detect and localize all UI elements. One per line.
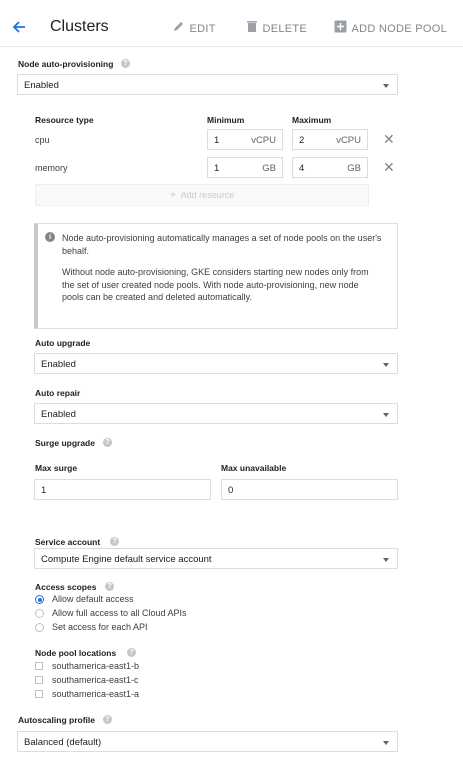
nap-select-value: Enabled bbox=[24, 80, 59, 91]
scope-option-label: Set access for each API bbox=[52, 622, 148, 632]
resource-type-memory: memory bbox=[35, 163, 68, 173]
add-node-pool-label: ADD NODE POOL bbox=[351, 23, 448, 35]
info-paragraph-1: Node auto-provisioning automatically man… bbox=[62, 233, 382, 256]
auto-repair-value: Enabled bbox=[41, 409, 76, 420]
node-pool-locations-label: Node pool locations bbox=[35, 648, 117, 658]
max-surge-label: Max surge bbox=[35, 463, 78, 473]
radio-icon bbox=[35, 623, 44, 632]
cpu-min-value: 1 bbox=[214, 135, 220, 146]
max-unavailable-value: 0 bbox=[228, 485, 234, 496]
auto-repair-select[interactable]: Enabled bbox=[34, 403, 398, 424]
add-box-icon bbox=[334, 20, 347, 38]
scope-option-label: Allow full access to all Cloud APIs bbox=[52, 608, 187, 618]
info-icon: i bbox=[45, 232, 55, 242]
max-surge-input[interactable]: 1 bbox=[34, 479, 211, 500]
surge-upgrade-label: Surge upgrade bbox=[35, 438, 95, 448]
cpu-min-input[interactable]: 1 vCPU bbox=[207, 129, 283, 150]
help-icon[interactable]: ? bbox=[121, 59, 130, 68]
radio-selected-icon bbox=[35, 595, 44, 604]
col-maximum: Maximum bbox=[292, 115, 332, 125]
add-resource-label: Add resource bbox=[180, 190, 235, 200]
delete-label: DELETE bbox=[262, 23, 308, 35]
chevron-down-icon bbox=[383, 363, 389, 367]
memory-min-input[interactable]: 1 GB bbox=[207, 157, 283, 178]
trash-icon bbox=[246, 20, 258, 38]
chevron-down-icon bbox=[383, 413, 389, 417]
location-label: southamerica-east1-a bbox=[52, 689, 140, 699]
info-box: i Node auto-provisioning automatically m… bbox=[34, 223, 398, 329]
location-label: southamerica-east1-b bbox=[52, 661, 140, 671]
help-icon[interactable]: ? bbox=[103, 438, 112, 447]
service-account-select[interactable]: Compute Engine default service account bbox=[34, 548, 398, 569]
checkbox-icon bbox=[35, 662, 43, 670]
location-label: southamerica-east1-c bbox=[52, 675, 139, 685]
scope-option-label: Allow default access bbox=[52, 594, 134, 604]
add-node-pool-button[interactable]: ADD NODE POOL bbox=[334, 20, 447, 36]
col-minimum: Minimum bbox=[207, 115, 245, 125]
resource-type-cpu: cpu bbox=[35, 135, 50, 145]
cpu-max-input[interactable]: 2 vCPU bbox=[292, 129, 368, 150]
max-unavailable-label: Max unavailable bbox=[221, 463, 287, 473]
chevron-down-icon bbox=[383, 741, 389, 745]
pencil-icon bbox=[172, 20, 185, 38]
chevron-down-icon bbox=[383, 84, 389, 88]
memory-min-value: 1 bbox=[214, 163, 220, 174]
delete-button[interactable]: DELETE bbox=[246, 20, 307, 36]
page-title: Clusters bbox=[50, 18, 109, 35]
cpu-max-unit: vCPU bbox=[336, 135, 361, 146]
nap-label: Node auto-provisioning bbox=[18, 59, 114, 69]
header-divider bbox=[0, 46, 463, 47]
cpu-min-unit: vCPU bbox=[251, 135, 276, 146]
cpu-max-value: 2 bbox=[299, 135, 305, 146]
help-icon[interactable]: ? bbox=[127, 648, 136, 657]
remove-memory-close-icon[interactable]: ✕ bbox=[383, 160, 395, 174]
auto-upgrade-value: Enabled bbox=[41, 359, 76, 370]
service-account-value: Compute Engine default service account bbox=[41, 554, 212, 565]
memory-max-input[interactable]: 4 GB bbox=[292, 157, 368, 178]
remove-cpu-close-icon[interactable]: ✕ bbox=[383, 132, 395, 146]
access-scopes-label: Access scopes bbox=[35, 582, 97, 592]
checkbox-icon bbox=[35, 690, 43, 698]
help-icon[interactable]: ? bbox=[103, 715, 112, 724]
plus-icon: + bbox=[169, 189, 177, 201]
max-surge-value: 1 bbox=[41, 485, 47, 496]
help-icon[interactable]: ? bbox=[105, 582, 114, 591]
add-resource-button[interactable]: + Add resource bbox=[35, 184, 369, 206]
memory-max-value: 4 bbox=[299, 163, 305, 174]
checkbox-icon bbox=[35, 676, 43, 684]
memory-min-unit: GB bbox=[262, 163, 276, 174]
service-account-label: Service account bbox=[35, 537, 101, 547]
autoscaling-profile-label: Autoscaling profile bbox=[18, 715, 95, 725]
back-arrow-icon[interactable] bbox=[10, 18, 28, 36]
edit-button[interactable]: EDIT bbox=[172, 20, 216, 36]
auto-repair-label: Auto repair bbox=[35, 388, 81, 398]
max-unavailable-input[interactable]: 0 bbox=[221, 479, 398, 500]
nap-select[interactable]: Enabled bbox=[17, 74, 398, 95]
col-resource-type: Resource type bbox=[35, 115, 94, 125]
chevron-down-icon bbox=[383, 558, 389, 562]
edit-label: EDIT bbox=[189, 23, 216, 35]
memory-max-unit: GB bbox=[347, 163, 361, 174]
info-paragraph-2: Without node auto-provisioning, GKE cons… bbox=[62, 267, 369, 302]
help-icon[interactable]: ? bbox=[110, 537, 119, 546]
auto-upgrade-label: Auto upgrade bbox=[35, 338, 91, 348]
auto-upgrade-select[interactable]: Enabled bbox=[34, 353, 398, 374]
autoscaling-profile-select[interactable]: Balanced (default) bbox=[17, 731, 398, 752]
radio-icon bbox=[35, 609, 44, 618]
autoscaling-profile-value: Balanced (default) bbox=[24, 737, 102, 748]
